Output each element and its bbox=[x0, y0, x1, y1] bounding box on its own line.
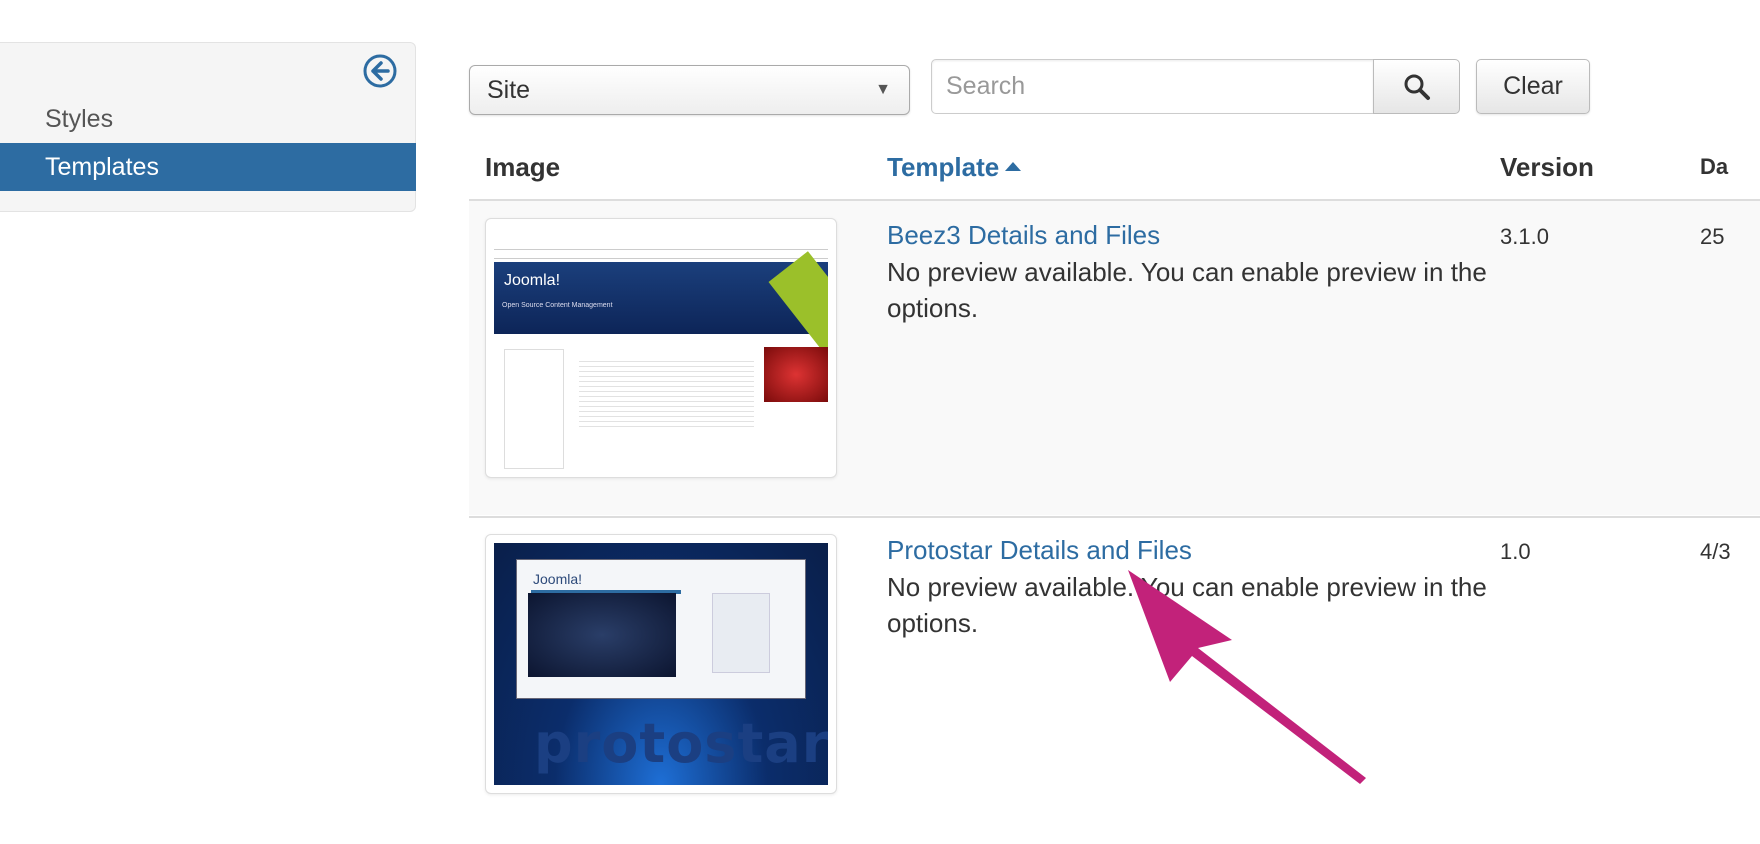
column-header-image: Image bbox=[485, 152, 561, 182]
template-version: 3.1.0 bbox=[1500, 224, 1549, 249]
table-row: Joomla! Open Source Content Management B… bbox=[469, 201, 1760, 515]
column-header-template-label: Template bbox=[887, 152, 1000, 182]
template-thumbnail[interactable]: Joomla! Open Source Content Management bbox=[485, 218, 837, 478]
template-description: No preview available. You can enable pre… bbox=[887, 572, 1487, 638]
client-select[interactable]: Site ▼ bbox=[469, 65, 910, 115]
protostar-preview-image: Joomla! protostar bbox=[494, 543, 828, 785]
template-description: No preview available. You can enable pre… bbox=[887, 257, 1487, 323]
chevron-down-icon: ▼ bbox=[875, 81, 891, 98]
beez3-preview-image: Joomla! Open Source Content Management bbox=[494, 227, 828, 469]
thumb-logo-text: Joomla! bbox=[533, 571, 582, 587]
template-name-link[interactable]: Protostar Details and Files bbox=[887, 533, 1192, 567]
sidebar-item-styles[interactable]: Styles bbox=[0, 95, 416, 143]
thumb-banner-subtitle: Open Source Content Management bbox=[502, 302, 613, 309]
column-header-template[interactable]: Template bbox=[887, 150, 1022, 184]
template-date: 4/3 bbox=[1700, 539, 1731, 564]
search-button[interactable] bbox=[1373, 59, 1460, 114]
template-thumbnail[interactable]: Joomla! protostar bbox=[485, 534, 837, 794]
thumb-banner-title: Joomla! bbox=[504, 272, 561, 289]
search-input[interactable] bbox=[931, 59, 1374, 114]
table-row: Joomla! protostar Protostar Details and … bbox=[469, 516, 1760, 830]
submenu-sidebar: Styles Templates bbox=[0, 42, 416, 212]
search-icon bbox=[1404, 74, 1430, 100]
template-name-link[interactable]: Beez3 Details and Files bbox=[887, 218, 1160, 252]
column-header-version[interactable]: Version bbox=[1500, 150, 1594, 184]
column-header-date[interactable]: Da bbox=[1700, 150, 1728, 184]
circle-arrow-left-icon[interactable] bbox=[362, 53, 398, 89]
clear-button[interactable]: Clear bbox=[1476, 59, 1590, 114]
thumb-protostar-word: protostar bbox=[534, 712, 828, 775]
template-version: 1.0 bbox=[1500, 539, 1531, 564]
template-date: 25 bbox=[1700, 224, 1725, 249]
sidebar-item-templates[interactable]: Templates bbox=[0, 143, 416, 191]
client-select-value: Site bbox=[487, 76, 531, 104]
sort-up-icon bbox=[1005, 161, 1022, 171]
